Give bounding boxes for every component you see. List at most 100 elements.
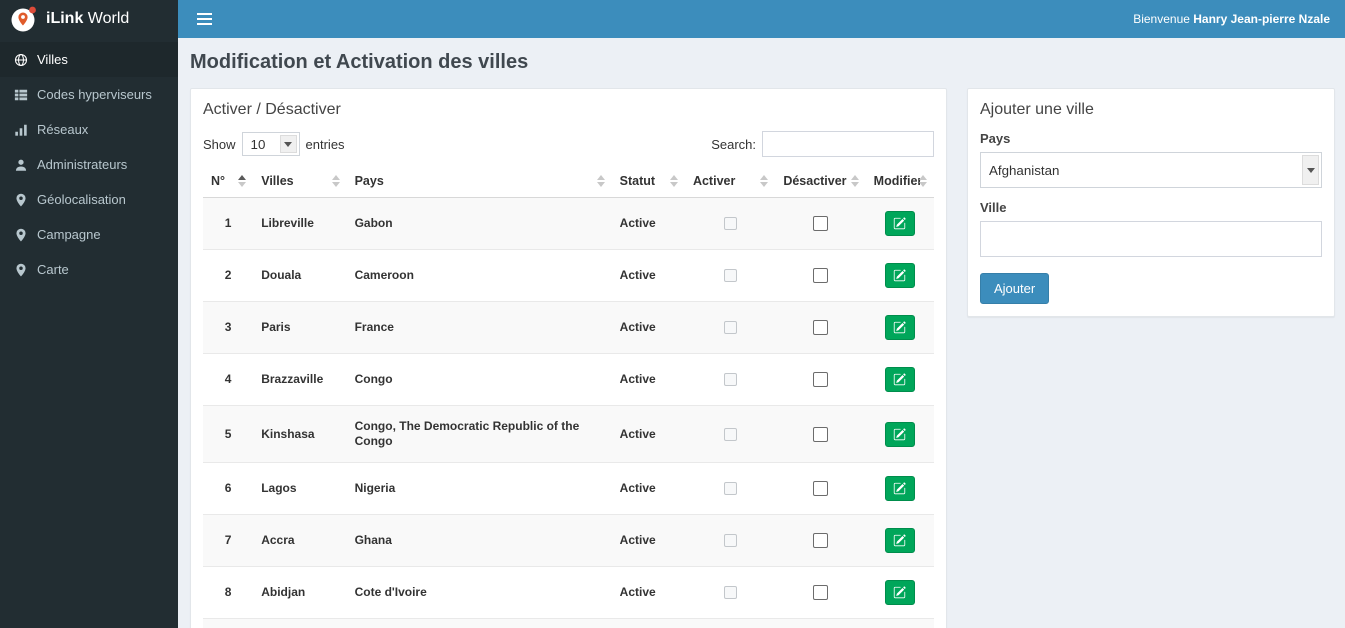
modify-button[interactable] [884,476,915,501]
sort-icon [669,175,678,187]
table-row: 2 Douala Cameroon Active [203,249,934,302]
cell-pays: Ghana [346,514,612,567]
cell-num: 6 [203,462,254,515]
page-length-select[interactable]: 10 [242,133,299,155]
sidebar-item-label: Administrateurs [37,157,128,172]
desactiver-checkbox[interactable] [812,533,828,549]
cell-ville: Kinshasa [253,405,347,463]
desactiver-checkbox[interactable] [812,268,828,284]
map-marker-icon [14,263,28,277]
sidebar-item[interactable]: Carte [0,252,178,287]
cell-statut: Active [611,514,685,567]
cell-num: 7 [203,514,254,567]
column-header[interactable]: Statut [611,165,685,198]
country-select-wrap: Afghanistan [980,152,1322,188]
sidebar-item-label: Géolocalisation [37,192,126,207]
cell-statut: Active [611,462,685,515]
entries-label: entries [305,136,345,152]
column-header[interactable]: Modifier [865,165,934,198]
pencil-square-icon [893,373,907,386]
sort-icon [760,175,769,187]
column-header[interactable]: Villes [253,165,347,198]
cell-pays: Nigeria [346,462,612,515]
activer-checkbox[interactable] [723,427,737,441]
activer-checkbox[interactable] [723,269,737,283]
cell-ville: Abidjan [253,566,347,619]
user-name: Hanry Jean-pierre Nzale [1193,12,1330,26]
user-icon [14,158,28,172]
column-header[interactable]: Pays [346,165,612,198]
page-length-control: Show 10 entries [203,132,345,156]
search-control: Search: [711,131,934,157]
sort-icon [919,175,927,187]
brand-logo-link[interactable]: iLink World [0,0,178,38]
activer-checkbox[interactable] [723,586,737,600]
sidebar-item[interactable]: Réseaux [0,112,178,147]
cell-num: 8 [203,566,254,619]
cell-ville: Brazzaville [253,353,347,406]
column-header[interactable]: N° [203,165,254,198]
city-input[interactable] [980,221,1322,257]
table-header-row: N° Villes Pays Statut Activer Désactiver… [203,165,934,198]
column-header[interactable]: Désactiver [775,165,866,198]
cell-num: 2 [203,249,254,302]
modify-button[interactable] [884,315,915,340]
table-row: 3 Paris France Active [203,301,934,354]
cities-table: N° Villes Pays Statut Activer Désactiver… [203,165,934,628]
sidebar-item[interactable]: Administrateurs [0,147,178,182]
sidebar-item-label: Réseaux [37,122,89,137]
activer-checkbox[interactable] [723,373,737,387]
show-label: Show [203,136,236,152]
sidebar-item[interactable]: Campagne [0,217,178,252]
desactiver-checkbox[interactable] [812,216,828,232]
pencil-square-icon [893,586,907,599]
grid-icon [14,88,28,102]
cell-pays: Congo [346,353,612,406]
sidebar-toggle-icon[interactable] [193,7,216,31]
desactiver-checkbox[interactable] [812,320,828,336]
sidebar-item[interactable]: Géolocalisation [0,182,178,217]
table-row: 7 Accra Ghana Active [203,514,934,567]
modify-button[interactable] [884,580,915,605]
sidebar-item[interactable]: Codes hyperviseurs [0,77,178,112]
cell-statut: Active [611,249,685,302]
cell-pays: France [346,301,612,354]
activer-checkbox[interactable] [723,217,737,231]
add-card-title: Ajouter une ville [980,101,1094,118]
cell-statut: Active [611,301,685,354]
modify-button[interactable] [884,211,915,236]
modify-button[interactable] [884,528,915,553]
desactiver-checkbox[interactable] [812,372,828,388]
table-card-title: Activer / Désactiver [203,101,341,118]
pencil-square-icon [893,534,907,547]
country-label: Pays [980,131,1011,146]
modify-button[interactable] [884,421,915,447]
cell-statut: Active [611,197,685,250]
cell-ville: Lagos [253,462,347,515]
cell-num: 9 [203,618,254,628]
add-city-button[interactable]: Ajouter [980,273,1050,304]
cell-ville: Paris [253,301,347,354]
desactiver-checkbox[interactable] [812,426,828,442]
sort-icon [331,175,340,187]
main-content: Modification et Activation des villes Ac… [178,38,1345,628]
activer-checkbox[interactable] [723,482,737,496]
table-row: 8 Abidjan Cote d'Ivoire Active [203,566,934,619]
activer-checkbox[interactable] [723,534,737,548]
modify-button[interactable] [884,367,915,392]
activer-checkbox[interactable] [723,321,737,335]
map-marker-icon [14,228,28,242]
column-header[interactable]: Activer [684,165,776,198]
welcome-message: Bienvenue Hanry Jean-pierre Nzale [1133,12,1330,26]
cell-pays: Gabon [346,197,612,250]
country-select[interactable]: Afghanistan [981,153,1321,187]
desactiver-checkbox[interactable] [812,585,828,601]
search-input[interactable] [762,131,934,157]
cell-ville: Dakar [253,618,347,628]
sidebar-item[interactable]: Villes [0,42,178,77]
cell-pays: Cote d'Ivoire [346,566,612,619]
desactiver-checkbox[interactable] [812,481,828,497]
modify-button[interactable] [884,263,915,288]
sidebar-item-label: Villes [37,52,68,67]
sidebar: Villes Codes hyperviseurs Réseaux Admini… [0,38,178,628]
